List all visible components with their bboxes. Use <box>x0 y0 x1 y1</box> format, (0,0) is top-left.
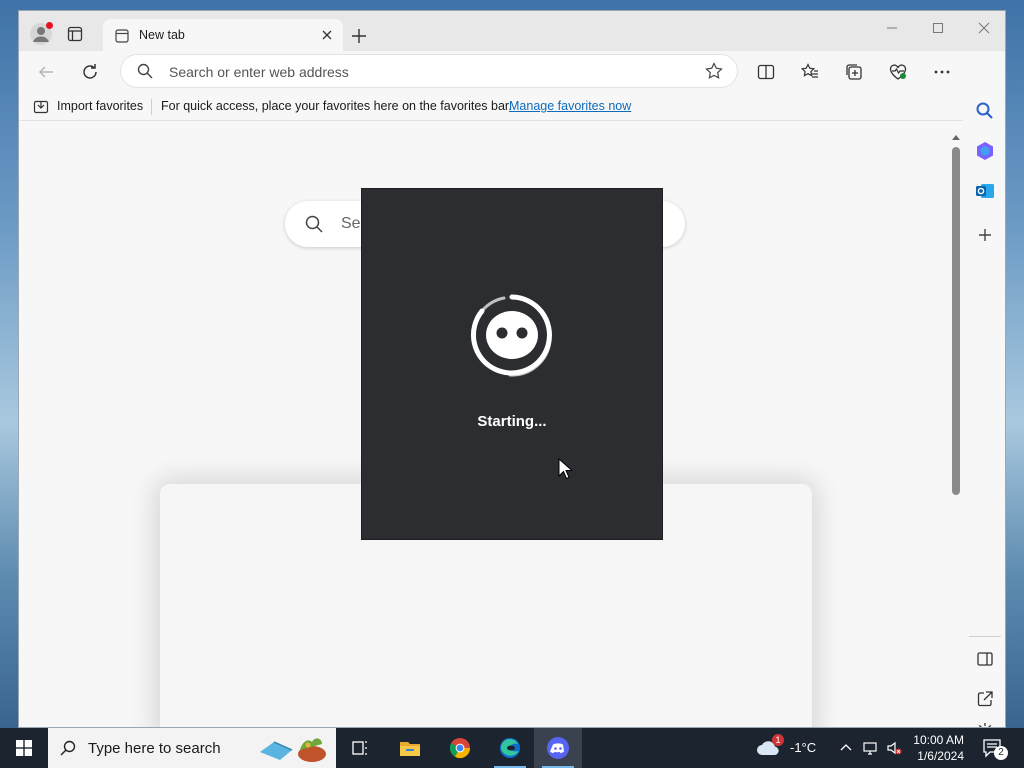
tab-title: New tab <box>139 28 185 42</box>
hide-sidebar-icon[interactable] <box>975 649 995 669</box>
new-tab-plus-icon[interactable] <box>351 28 367 44</box>
taskbar-search-placeholder: Type here to search <box>88 740 221 757</box>
sidebar-outlook-icon[interactable] <box>975 181 995 201</box>
clock-date: 1/6/2024 <box>917 749 964 763</box>
sidebar-search-icon[interactable] <box>975 101 995 121</box>
taskbar: Type here to search 1 -1°C 10:00 AM 1/6/… <box>0 728 1024 768</box>
splash-status: Starting... <box>477 413 547 430</box>
toolbar <box>19 51 1005 93</box>
profile-button[interactable] <box>29 22 53 46</box>
collections-icon[interactable] <box>845 63 863 81</box>
discord-splash-window: Starting... <box>362 189 662 539</box>
title-bar: New tab <box>19 11 1005 52</box>
favorites-icon[interactable] <box>801 63 819 81</box>
weather-widget[interactable]: 1 <box>756 734 784 758</box>
mouse-cursor-icon <box>558 458 572 480</box>
split-screen-icon[interactable] <box>757 63 775 81</box>
weather-badge: 1 <box>772 734 784 746</box>
import-favorites-link[interactable]: Import favorites <box>57 99 143 113</box>
favorites-bar-hint: For quick access, place your favorites h… <box>161 99 512 113</box>
import-favorites-icon[interactable] <box>33 99 49 115</box>
sidebar-office-icon[interactable] <box>975 141 995 161</box>
address-bar[interactable] <box>121 55 737 87</box>
task-view-icon <box>352 741 367 755</box>
scrollbar-thumb[interactable] <box>952 147 960 495</box>
tab-actions-icon <box>67 26 83 42</box>
favorites-bar: Import favorites For quick access, place… <box>19 93 1005 121</box>
page-search-icon <box>305 215 323 233</box>
favorites-bar-separator <box>151 99 152 115</box>
clock-time: 10:00 AM <box>913 733 964 747</box>
notification-dot <box>46 22 53 29</box>
windows-logo-icon <box>16 740 32 756</box>
chrome-button[interactable] <box>436 728 484 768</box>
sidebar-add-icon[interactable] <box>975 225 995 245</box>
open-external-icon[interactable] <box>975 689 995 709</box>
tab-new-tab[interactable]: New tab <box>103 19 343 52</box>
close-window-icon[interactable] <box>977 21 991 35</box>
chrome-icon <box>449 738 471 759</box>
network-icon[interactable] <box>862 740 878 756</box>
page-scrollbar[interactable] <box>949 131 963 727</box>
address-input[interactable] <box>167 61 691 83</box>
notification-center-button[interactable]: 2 <box>982 738 1008 760</box>
maximize-icon[interactable] <box>931 21 945 35</box>
taskbar-search[interactable]: Type here to search <box>48 728 336 768</box>
notification-count: 2 <box>994 746 1008 760</box>
favorite-star-icon[interactable] <box>705 62 723 80</box>
discord-button[interactable] <box>534 728 582 768</box>
sidebar-settings-icon[interactable] <box>975 721 995 728</box>
edge-icon <box>500 738 520 758</box>
search-icon <box>137 63 153 79</box>
file-explorer-icon <box>400 742 420 756</box>
discord-logo-icon <box>470 294 552 377</box>
task-view-button[interactable] <box>336 728 384 768</box>
volume-muted-icon[interactable] <box>886 740 902 756</box>
browser-essentials-icon[interactable] <box>889 63 907 81</box>
manage-favorites-link[interactable]: Manage favorites now <box>509 99 631 113</box>
edge-sidebar <box>963 51 1005 728</box>
taskbar-search-icon <box>60 740 76 756</box>
back-arrow-icon[interactable] <box>37 63 55 81</box>
edge-button[interactable] <box>486 728 534 768</box>
more-options-icon[interactable] <box>933 63 951 81</box>
scroll-up-icon[interactable] <box>951 133 961 141</box>
weather-temperature[interactable]: -1°C <box>790 740 816 755</box>
new-tab-favicon-icon <box>115 29 129 43</box>
start-button[interactable] <box>0 728 48 768</box>
close-tab-icon[interactable] <box>321 29 333 41</box>
file-explorer-button[interactable] <box>386 728 434 768</box>
show-hidden-icons-chevron-icon[interactable] <box>838 740 854 756</box>
sidebar-divider <box>969 636 1001 637</box>
refresh-icon[interactable] <box>81 63 99 81</box>
tab-actions-button[interactable] <box>67 26 83 42</box>
system-clock[interactable]: 10:00 AM 1/6/2024 <box>906 732 964 764</box>
minimize-icon[interactable] <box>885 21 899 35</box>
discord-taskbar-icon <box>547 737 569 759</box>
search-highlight-icon <box>260 738 326 762</box>
